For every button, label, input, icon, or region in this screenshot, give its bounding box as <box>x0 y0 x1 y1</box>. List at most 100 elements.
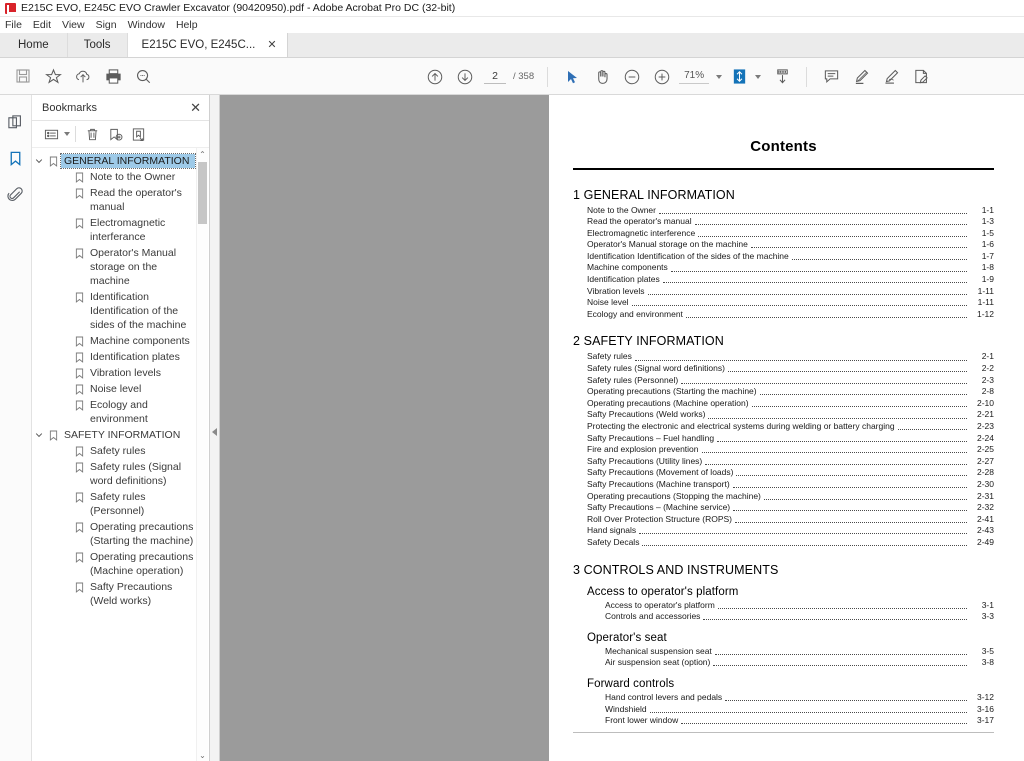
page-up-icon[interactable] <box>420 62 450 92</box>
highlighter-icon[interactable] <box>846 62 876 92</box>
star-icon[interactable] <box>38 61 68 91</box>
bookmark-item[interactable]: Operating precautions (Machine operation… <box>32 549 195 579</box>
toc-entry[interactable]: Operator's Manual storage on the machine… <box>573 239 994 251</box>
toc-entry[interactable]: Safty Precautions (Movement of loads) 2-2… <box>573 467 994 479</box>
toc-entry[interactable]: Safety rules (Signal word definitions) 2-… <box>573 363 994 375</box>
tab-tools[interactable]: Tools <box>68 33 128 57</box>
document-viewport[interactable]: Contents 1 GENERAL INFORMATION Note to th… <box>220 95 1024 761</box>
page-number-input[interactable]: 2 <box>484 70 506 84</box>
close-icon[interactable]: ✕ <box>190 101 201 114</box>
bookmark-item[interactable]: Safety rules <box>32 443 195 459</box>
toc-entry[interactable]: Fire and explosion prevention 2-25 <box>573 444 994 456</box>
toc-entry[interactable]: Operating precautions (Machine operation… <box>573 398 994 410</box>
toc-entry[interactable]: Note to the Owner 1-1 <box>573 205 994 217</box>
bookmarks-scrollbar-thumb[interactable] <box>198 162 207 224</box>
toc-entry[interactable]: Hand control levers and pedals 3-12 <box>573 692 994 704</box>
bookmark-item[interactable]: Vibration levels <box>32 365 195 381</box>
fit-page-icon[interactable] <box>724 62 754 92</box>
chevron-down-icon[interactable] <box>32 428 46 439</box>
bookmark-item[interactable]: GENERAL INFORMATION <box>32 153 196 169</box>
panel-collapse-handle[interactable] <box>210 95 220 761</box>
page-down-icon[interactable] <box>450 62 480 92</box>
toc-entry[interactable]: Safty Precautions – (Machine service) 2-3… <box>573 502 994 514</box>
toc-entry[interactable]: Vibration levels 1-11 <box>573 286 994 298</box>
bookmark-item[interactable]: Operator's Manual storage on the machine <box>32 245 195 289</box>
chevron-down-icon[interactable] <box>716 74 723 79</box>
bookmarks-scrollbar-track[interactable] <box>197 160 208 749</box>
search-icon[interactable] <box>128 61 158 91</box>
fit-page-chevron-down-icon[interactable] <box>755 74 762 79</box>
bookmark-item[interactable]: Identification Identification of the sid… <box>32 289 195 333</box>
bookmark-item[interactable]: Operating precautions (Starting the mach… <box>32 519 195 549</box>
toc-entry[interactable]: Safety rules (Personnel) 2-3 <box>573 375 994 387</box>
menu-view[interactable]: View <box>62 19 92 31</box>
cloud-upload-icon[interactable] <box>68 61 98 91</box>
toc-entry[interactable]: Hand signals 2-43 <box>573 525 994 537</box>
zoom-in-icon[interactable] <box>647 62 677 92</box>
toc-entry[interactable]: Ecology and environment 1-12 <box>573 309 994 321</box>
scroll-down-icon[interactable]: ⌄ <box>197 749 208 761</box>
menu-help[interactable]: Help <box>176 19 205 31</box>
toc-entry[interactable]: Safety Decals 2-49 <box>573 537 994 549</box>
close-icon[interactable]: ✕ <box>267 39 276 51</box>
tab-document[interactable]: E215C EVO, E245C... ✕ <box>127 33 288 57</box>
hand-tool-icon[interactable] <box>587 62 617 92</box>
tab-home[interactable]: Home <box>0 33 68 57</box>
bookmark-item[interactable]: Electromagnetic interferance <box>32 215 195 245</box>
toc-entry[interactable]: Protecting the electronic and electrical… <box>573 421 994 433</box>
bookmark-item[interactable]: Noise level <box>32 381 195 397</box>
bookmark-item[interactable]: Machine components <box>32 333 195 349</box>
bookmark-item[interactable]: Read the operator's manual <box>32 185 195 215</box>
bookmark-item[interactable]: Ecology and environment <box>32 397 195 427</box>
toc-entry[interactable]: Front lower window 3-17 <box>573 715 994 727</box>
toc-entry[interactable]: Operating precautions (Starting the mach… <box>573 386 994 398</box>
bookmark-item[interactable]: Note to the Owner <box>32 169 195 185</box>
toc-entry[interactable]: Machine components 1-8 <box>573 262 994 274</box>
new-bookmark-icon[interactable] <box>104 123 127 145</box>
chevron-down-icon[interactable] <box>32 154 46 165</box>
toc-entry[interactable]: Safty Precautions (Weld works) 2-21 <box>573 409 994 421</box>
comment-icon[interactable] <box>816 62 846 92</box>
toc-entry[interactable]: Identification plates 1-9 <box>573 274 994 286</box>
toc-entry[interactable]: Controls and accessories 3-3 <box>573 611 994 623</box>
fill-and-sign-icon[interactable] <box>906 62 936 92</box>
menu-window[interactable]: Window <box>128 19 172 31</box>
bookmark-item[interactable]: Safety rules (Signal word definitions) <box>32 459 195 489</box>
toc-entry[interactable]: Safety rules 2-1 <box>573 351 994 363</box>
toc-entry[interactable]: Electromagnetic interference 1-5 <box>573 228 994 240</box>
sign-pen-icon[interactable] <box>876 62 906 92</box>
chevron-left-icon[interactable] <box>212 428 217 436</box>
toc-entry[interactable]: Read the operator's manual 1-3 <box>573 216 994 228</box>
trash-icon[interactable] <box>81 123 104 145</box>
scroll-up-icon[interactable]: ⌃ <box>197 148 208 160</box>
chevron-down-icon[interactable] <box>64 132 70 136</box>
toc-entry[interactable]: Roll Over Protection Structure (ROPS) 2-4… <box>573 514 994 526</box>
save-icon[interactable] <box>8 61 38 91</box>
bookmarks-scrollbar[interactable]: ⌃ ⌄ <box>196 148 208 761</box>
zoom-level-value[interactable]: 71% <box>679 70 710 84</box>
toc-entry[interactable]: Access to operator's platform 3-1 <box>573 600 994 612</box>
attachments-paperclip-icon[interactable] <box>3 179 29 209</box>
zoom-out-icon[interactable] <box>617 62 647 92</box>
bookmark-item[interactable]: Identification plates <box>32 349 195 365</box>
page-fit-width-icon[interactable] <box>767 62 797 92</box>
toc-entry[interactable]: Safty Precautions (Utility lines) 2-27 <box>573 456 994 468</box>
bookmark-item[interactable]: SAFETY INFORMATION <box>32 427 195 443</box>
toc-entry[interactable]: Air suspension seat (option) 3-8 <box>573 657 994 669</box>
menu-file[interactable]: File <box>5 19 29 31</box>
bookmark-item[interactable]: Safety rules (Personnel) <box>32 489 195 519</box>
toc-entry[interactable]: Safty Precautions – Fuel handling 2-24 <box>573 433 994 445</box>
set-bookmark-destination-icon[interactable] <box>127 123 150 145</box>
toc-entry[interactable]: Mechanical suspension seat 3-5 <box>573 646 994 658</box>
toc-entry[interactable]: Safty Precautions (Machine transport) 2-3… <box>573 479 994 491</box>
menu-sign[interactable]: Sign <box>96 19 124 31</box>
select-cursor-icon[interactable] <box>557 62 587 92</box>
toc-entry[interactable]: Identification Identification of the sid… <box>573 251 994 263</box>
menu-edit[interactable]: Edit <box>33 19 58 31</box>
page-thumbnails-icon[interactable] <box>3 107 29 137</box>
toc-entry[interactable]: Noise level 1-11 <box>573 297 994 309</box>
toc-entry[interactable]: Windshield 3-16 <box>573 704 994 716</box>
print-icon[interactable] <box>98 61 128 91</box>
page-number-field[interactable]: 2 / 358 <box>484 70 534 84</box>
bookmarks-icon[interactable] <box>3 143 29 173</box>
